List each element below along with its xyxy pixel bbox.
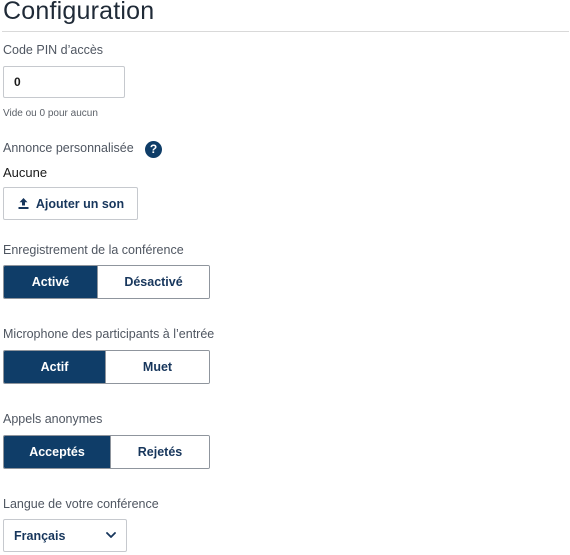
anonymous-option-accept[interactable]: Acceptés (4, 436, 110, 468)
microphone-option-mute[interactable]: Muet (105, 351, 209, 383)
language-label: Langue de votre conférence (3, 497, 159, 511)
pin-label: Code PIN d’accès (3, 43, 104, 57)
upload-icon (18, 198, 29, 209)
pin-input[interactable] (3, 66, 125, 98)
recording-option-off[interactable]: Désactivé (97, 266, 209, 298)
recording-option-on[interactable]: Activé (4, 266, 97, 298)
chevron-down-icon (106, 532, 116, 538)
add-sound-label: Ajouter un son (35, 196, 125, 211)
language-select[interactable]: Français (3, 519, 127, 552)
pin-hint: Vide ou 0 pour aucun (3, 108, 98, 119)
anonymous-toggle: Acceptés Rejetés (3, 435, 210, 469)
anonymous-option-reject[interactable]: Rejetés (110, 436, 209, 468)
recording-label: Enregistrement de la conférence (3, 243, 184, 257)
recording-toggle: Activé Désactivé (3, 265, 210, 299)
announcement-current: Aucune (3, 165, 48, 180)
title-divider (2, 31, 569, 32)
microphone-label: Microphone des participants à l’entrée (3, 327, 215, 341)
page-title: Configuration (3, 0, 155, 25)
microphone-option-active[interactable]: Actif (4, 351, 105, 383)
announcement-label: Annonce personnalisée (3, 141, 134, 155)
anonymous-label: Appels anonymes (3, 412, 103, 426)
language-selected-value: Français (14, 528, 66, 543)
configuration-page: Configuration Code PIN d’accès Vide ou 0… (0, 0, 570, 555)
help-icon[interactable]: ? (145, 141, 162, 158)
microphone-toggle: Actif Muet (3, 350, 210, 384)
add-sound-button[interactable]: Ajouter un son (3, 187, 138, 220)
